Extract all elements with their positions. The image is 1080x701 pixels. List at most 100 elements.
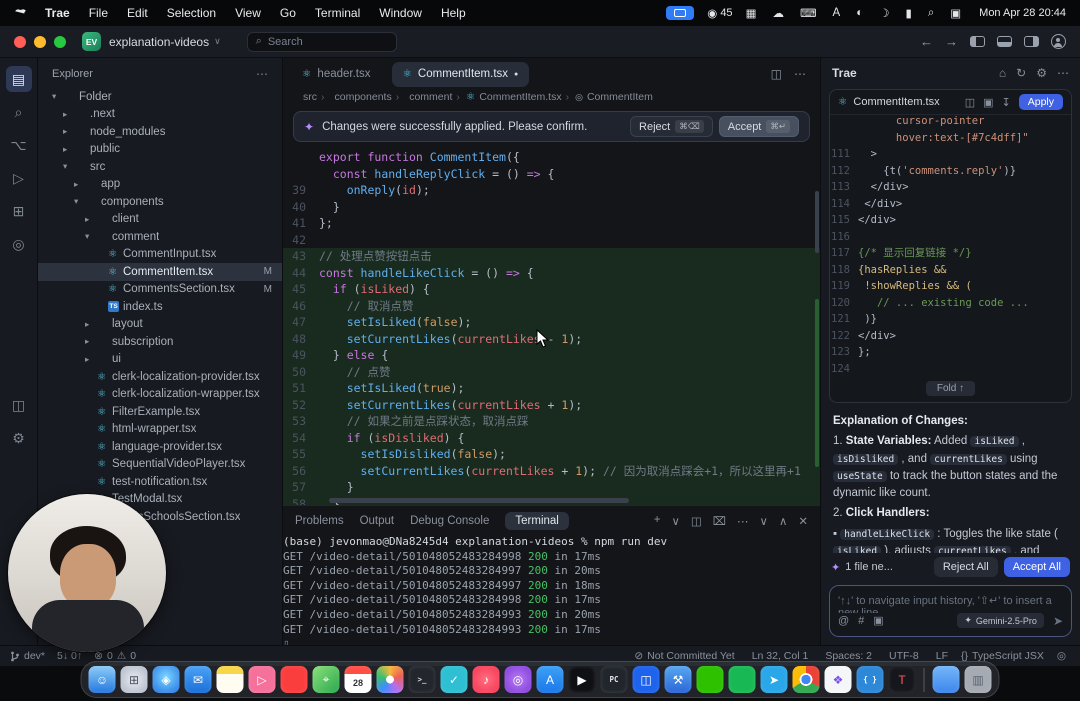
menubar-item[interactable]: Selection [167, 6, 216, 20]
dock-icon-notes[interactable] [217, 666, 244, 693]
tree-item[interactable]: ▾ components [38, 193, 282, 211]
minimize-window-button[interactable] [34, 36, 46, 48]
tree-item[interactable]: ⚛ html-wrapper.tsx [38, 421, 282, 439]
horizontal-scrollbar[interactable] [329, 498, 629, 503]
ai-settings-icon[interactable]: ⚙ [1036, 66, 1047, 80]
tree-item[interactable]: ▸ layout [38, 316, 282, 334]
dock-icon-ide-app[interactable]: PC [601, 666, 628, 693]
split-terminal-icon[interactable]: ◫ [691, 514, 702, 528]
rail-remote-icon[interactable]: ◎ [6, 231, 32, 257]
ai-more-icon[interactable]: ⋯ [1057, 66, 1069, 80]
window-manager-icon[interactable]: ▦ [746, 6, 760, 20]
cloud-icon[interactable]: ☁ [772, 6, 787, 20]
dock-icon-tasks-app[interactable]: ✓ [441, 666, 468, 693]
menubar-item[interactable]: Trae [45, 6, 70, 20]
apply-button[interactable]: Apply [1019, 94, 1063, 110]
dock-icon-video-app[interactable]: ▷ [249, 666, 276, 693]
menubar-item[interactable]: Terminal [315, 6, 360, 20]
dock-icon-wechat[interactable] [697, 666, 724, 693]
breadcrumb-item[interactable]: ◎ CommentItem [575, 91, 657, 103]
kill-terminal-icon[interactable]: ⌧ [713, 514, 726, 528]
input-source-icon[interactable]: A [833, 7, 844, 19]
pending-files-summary[interactable]: ✦ 1 file ne... [831, 561, 893, 574]
menubar-item[interactable]: Help [441, 6, 466, 20]
menubar-item[interactable]: Window [379, 6, 422, 20]
close-window-button[interactable] [14, 36, 26, 48]
notifications-icon[interactable]: ◎ [1057, 650, 1070, 662]
image-icon[interactable]: ▣ [873, 614, 883, 627]
close-panel-icon[interactable]: ✕ [798, 514, 808, 528]
history-icon[interactable]: ↻ [1016, 66, 1026, 80]
code-editor[interactable]: export function CommentItem({ const hand… [283, 149, 820, 505]
keyboard-icon[interactable]: ⌨ [800, 6, 820, 20]
network-badge-icon[interactable]: ◉45 [707, 6, 732, 20]
tree-item[interactable]: ▸ public [38, 141, 282, 159]
tree-item[interactable]: ⚛ test-notification.tsx [38, 473, 282, 491]
dock-icon-safari[interactable]: ◈ [153, 666, 180, 693]
rail-explorer-icon[interactable]: ▤ [6, 66, 32, 92]
editor-more-icon[interactable]: ⋯ [794, 67, 806, 81]
menubar-clock[interactable]: Mon Apr 28 20:44 [979, 7, 1066, 19]
rail-search-icon[interactable]: ⌕ [6, 99, 32, 125]
dock-icon-terminal[interactable]: >_ [409, 666, 436, 693]
terminal-more-icon[interactable]: ⋯ [737, 514, 749, 528]
rail-source-control-icon[interactable]: ⌥ [6, 132, 32, 158]
dock-icon-music[interactable]: ♪ [473, 666, 500, 693]
split-editor-icon[interactable]: ◫ [771, 67, 782, 81]
tree-item[interactable]: ▸ subscription [38, 333, 282, 351]
send-button[interactable]: ➤ [1053, 614, 1063, 628]
dock-icon-maps[interactable]: ⌖ [313, 666, 340, 693]
toggle-right-sidebar-icon[interactable] [1024, 36, 1039, 47]
tree-item[interactable]: ⚛ CommentInput.tsx [38, 246, 282, 264]
rail-settings-icon[interactable]: ⚙ [6, 425, 32, 451]
dock-icon-chrome[interactable] [793, 666, 820, 693]
focus-moon-icon[interactable]: ☽ [879, 6, 892, 20]
tree-item[interactable]: ⚛ FilterExample.tsx [38, 403, 282, 421]
control-center-icon[interactable]: ▣ [950, 6, 964, 20]
toggle-left-sidebar-icon[interactable] [970, 36, 985, 47]
tree-item[interactable]: TS index.ts [38, 298, 282, 316]
tree-item[interactable]: ▸ node_modules [38, 123, 282, 141]
screen-sharing-indicator[interactable] [666, 6, 694, 20]
breadcrumb-item[interactable]: components › [331, 91, 400, 103]
menubar-item[interactable]: File [89, 6, 108, 20]
zoom-window-button[interactable] [54, 36, 66, 48]
tree-item[interactable]: ▾ Folder [38, 88, 282, 106]
panel-expand-icon[interactable]: ∧ [779, 514, 787, 528]
dock-icon-design-app[interactable]: ❖ [825, 666, 852, 693]
explorer-more-icon[interactable]: ⋯ [256, 67, 268, 81]
rail-run-debug-icon[interactable]: ▷ [6, 165, 32, 191]
nav-back-icon[interactable]: ← [920, 34, 933, 49]
tree-item[interactable]: ⚛ language-provider.tsx [38, 438, 282, 456]
reject-all-button[interactable]: Reject All [934, 557, 998, 577]
mention-icon[interactable]: @ [838, 615, 849, 627]
panel-tab[interactable]: Debug Console [410, 515, 489, 527]
dock-icon-downloads-folder[interactable] [933, 666, 960, 693]
menubar-item[interactable]: Edit [127, 6, 148, 20]
dock-icon-docker[interactable]: ◫ [633, 666, 660, 693]
dock-icon-mail[interactable]: ✉ [185, 666, 212, 693]
dock-icon-calendar[interactable]: 28 [345, 666, 372, 693]
dock-icon-photos[interactable] [377, 666, 404, 693]
copy-icon[interactable]: ▣ [983, 96, 993, 109]
nav-forward-icon[interactable]: → [945, 34, 958, 49]
panel-collapse-icon[interactable]: ∨ [760, 514, 768, 528]
editor-scrollbar-thumb[interactable] [815, 191, 819, 253]
tree-item[interactable]: ⚛ clerk-localization-wrapper.tsx [38, 386, 282, 404]
rail-extensions-icon[interactable]: ⊞ [6, 198, 32, 224]
chat-input[interactable] [838, 594, 1063, 613]
editor-tab[interactable]: ⚛ header.tsx [291, 62, 388, 87]
menubar-item[interactable]: Go [280, 6, 296, 20]
dock-icon-launchpad[interactable]: ⊞ [121, 666, 148, 693]
display-icon[interactable]: ◐ [856, 7, 866, 19]
dock-icon-chat-app[interactable] [729, 666, 756, 693]
dock-icon-app-store[interactable]: A [537, 666, 564, 693]
tree-item[interactable]: ▸ ui [38, 351, 282, 369]
rail-layout-icon[interactable]: ◫ [6, 392, 32, 418]
editor-tab[interactable]: ⚛ CommentItem.tsx ● [392, 62, 530, 87]
insert-icon[interactable]: ↧ [1002, 96, 1011, 109]
account-avatar[interactable] [1051, 34, 1066, 49]
tree-item[interactable]: ▸ app [38, 176, 282, 194]
tree-item[interactable]: ⚛ CommentsSection.tsx M [38, 281, 282, 299]
toggle-bottom-panel-icon[interactable] [997, 36, 1012, 47]
